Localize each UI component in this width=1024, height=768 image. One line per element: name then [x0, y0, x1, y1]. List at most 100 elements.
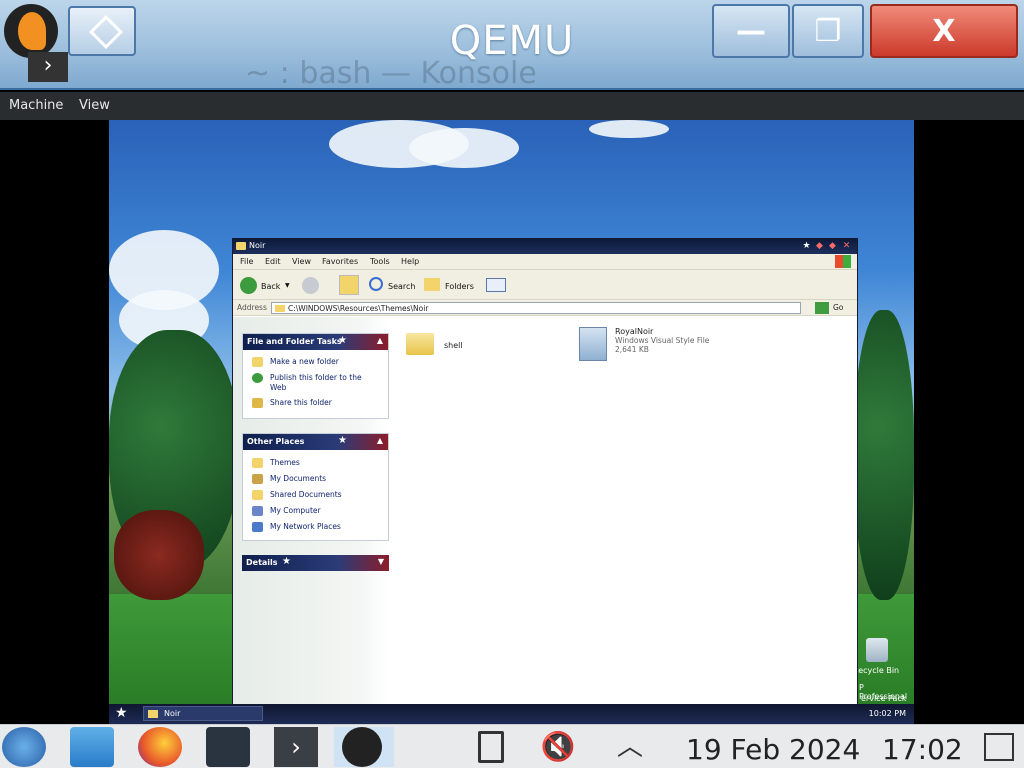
- chevron-up-icon[interactable]: ︿: [608, 727, 652, 767]
- web-icon: [252, 373, 263, 383]
- close-icon: X: [932, 14, 956, 49]
- show-desktop-icon[interactable]: [980, 727, 1018, 767]
- explorer-title: Noir: [249, 241, 266, 250]
- maximize-icon[interactable]: ◆: [828, 241, 837, 251]
- explorer-menu-bar: File Edit View Favorites Tools Help: [233, 254, 857, 270]
- file-manager-icon[interactable]: [70, 727, 114, 767]
- recycle-bin-icon[interactable]: [866, 638, 888, 662]
- shared-folder-icon: [252, 490, 263, 500]
- search-button[interactable]: Search: [388, 282, 415, 291]
- details-panel: Details ★ ▼: [242, 555, 389, 571]
- place-network[interactable]: My Network Places: [243, 519, 388, 535]
- guest-clock: 10:02 PM: [868, 709, 906, 718]
- taskbar-date[interactable]: 19 Feb 2024: [686, 733, 860, 766]
- explorer-toolbar: Back ▼ Search Folders: [233, 270, 857, 300]
- host-taskbar: › 🔇 ︿ 19 Feb 2024 17:02: [0, 724, 1024, 768]
- new-folder-icon: [252, 357, 263, 367]
- maximize-icon: ❐: [814, 14, 842, 49]
- collapse-icon[interactable]: ▲: [377, 436, 383, 445]
- tasks-panel-header[interactable]: File and Folder Tasks ★ ▲: [243, 334, 388, 350]
- details-panel-header[interactable]: Details ★ ▼: [242, 555, 389, 571]
- explorer-title-bar[interactable]: Noir ★ ◆ ◆ ✕: [233, 239, 857, 254]
- guest-taskbar-item[interactable]: Noir: [143, 706, 263, 721]
- place-shared-documents[interactable]: Shared Documents: [243, 487, 388, 503]
- file-name: RoyalNoir: [615, 327, 654, 336]
- cloud: [589, 120, 669, 138]
- go-button[interactable]: Go: [833, 303, 843, 312]
- volume-muted-icon[interactable]: 🔇: [536, 727, 580, 767]
- forward-arrow-icon[interactable]: [302, 277, 319, 294]
- collapse-icon[interactable]: ▲: [377, 336, 383, 345]
- bush: [114, 510, 204, 600]
- file-size: 2,641 KB: [615, 345, 649, 354]
- menu-machine[interactable]: Machine: [9, 98, 63, 113]
- cloud: [409, 128, 519, 168]
- file-shell[interactable]: shell: [406, 333, 463, 355]
- up-folder-icon[interactable]: [339, 275, 359, 295]
- taskbar-time[interactable]: 17:02: [882, 733, 963, 766]
- menu-tools[interactable]: Tools: [370, 257, 390, 266]
- menu-view[interactable]: View: [292, 257, 311, 266]
- star-icon: ★: [282, 556, 291, 567]
- minimize-icon[interactable]: ◆: [815, 241, 824, 251]
- close-button[interactable]: X: [870, 4, 1018, 58]
- menu-view[interactable]: View: [79, 98, 110, 113]
- maximize-button[interactable]: ❐: [792, 4, 864, 58]
- start-menu-icon[interactable]: [2, 727, 46, 767]
- task-publish-web[interactable]: Publish this folder to the Web: [243, 370, 388, 395]
- folder-icon: [406, 333, 434, 355]
- menu-edit[interactable]: Edit: [265, 257, 281, 266]
- address-bar: Address C:\WINDOWS\Resources\Themes\Noir…: [233, 300, 857, 316]
- file-type: Windows Visual Style File: [615, 336, 710, 345]
- place-my-documents[interactable]: My Documents: [243, 471, 388, 487]
- folder-icon: [236, 242, 246, 250]
- start-star-icon[interactable]: ★: [115, 705, 128, 721]
- search-icon[interactable]: [369, 277, 383, 291]
- star-icon: ★: [338, 435, 347, 446]
- konsole-icon[interactable]: ›: [274, 727, 318, 767]
- tasks-panel: File and Folder Tasks ★ ▲ Make a new fol…: [242, 333, 389, 419]
- host-title-bar[interactable]: › ~ : bash — Konsole QEMU — ❐ X: [0, 0, 1024, 91]
- place-themes[interactable]: Themes: [243, 455, 388, 471]
- guest-taskbar: ★ Noir 10:02 PM: [109, 704, 914, 724]
- back-arrow-icon[interactable]: [240, 277, 257, 294]
- menu-file[interactable]: File: [240, 257, 253, 266]
- qemu-taskbar-button[interactable]: [334, 727, 394, 767]
- back-dropdown-icon[interactable]: ▼: [285, 282, 290, 289]
- share-folder-icon: [252, 398, 263, 408]
- back-button[interactable]: Back: [261, 282, 280, 291]
- explorer-content[interactable]: File and Folder Tasks ★ ▲ Make a new fol…: [233, 317, 857, 705]
- minimize-icon: —: [736, 14, 766, 49]
- network-icon: [252, 522, 263, 532]
- qemu-icon: [342, 727, 382, 767]
- folders-icon[interactable]: [424, 278, 440, 291]
- tree: [854, 310, 914, 600]
- go-arrow-icon[interactable]: [815, 302, 829, 314]
- close-icon[interactable]: ✕: [842, 241, 851, 251]
- settings-icon[interactable]: [206, 727, 250, 767]
- documents-icon: [252, 474, 263, 484]
- places-panel-header[interactable]: Other Places ★ ▲: [243, 434, 388, 450]
- star-icon: ★: [338, 335, 347, 346]
- explorer-window[interactable]: Noir ★ ◆ ◆ ✕ File Edit View Favorites To…: [232, 238, 858, 706]
- views-icon[interactable]: [486, 278, 506, 292]
- guest-screen[interactable]: Recycle Bin P Professional ervice Pack 3…: [109, 120, 914, 724]
- address-value: C:\WINDOWS\Resources\Themes\Noir: [288, 304, 429, 313]
- folder-icon: [148, 710, 158, 718]
- tasks-panel-title: File and Folder Tasks: [247, 337, 342, 346]
- places-panel-title: Other Places: [247, 437, 305, 446]
- expand-icon[interactable]: ▼: [378, 557, 384, 566]
- minimize-button[interactable]: —: [712, 4, 790, 58]
- star-icon: ★: [802, 241, 811, 251]
- windows-logo-icon: [835, 255, 851, 268]
- clipboard-icon[interactable]: [470, 727, 514, 767]
- address-input[interactable]: C:\WINDOWS\Resources\Themes\Noir: [271, 302, 801, 314]
- task-share-folder[interactable]: Share this folder: [243, 395, 388, 411]
- task-make-folder[interactable]: Make a new folder: [243, 354, 388, 370]
- recycle-bin-label: Recycle Bin: [853, 666, 900, 675]
- firefox-icon[interactable]: [138, 727, 182, 767]
- menu-help[interactable]: Help: [401, 257, 419, 266]
- place-my-computer[interactable]: My Computer: [243, 503, 388, 519]
- folders-button[interactable]: Folders: [445, 282, 474, 291]
- menu-favorites[interactable]: Favorites: [322, 257, 358, 266]
